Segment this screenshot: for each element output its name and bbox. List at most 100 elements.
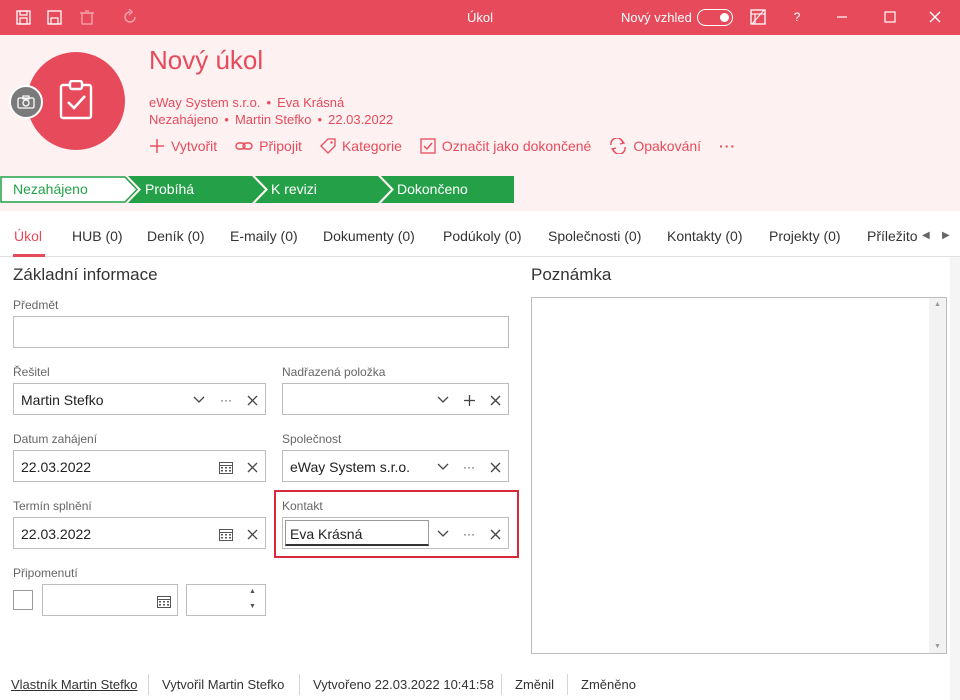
stage-label-probiha[interactable]: Probíhá <box>145 176 194 203</box>
tab-kontakty[interactable]: Kontakty (0) <box>667 228 742 244</box>
stage-label-dokonceno[interactable]: Dokončeno <box>397 176 468 203</box>
tab-denik[interactable]: Deník (0) <box>147 228 205 244</box>
clear-icon[interactable] <box>244 392 260 408</box>
solver-field[interactable]: Martin Stefko ··· <box>13 383 266 415</box>
due-date-field[interactable]: 22.03.2022 <box>13 517 266 549</box>
tab-ukol[interactable]: Úkol <box>14 228 42 244</box>
changed-date: Změněno <box>581 677 636 692</box>
parent-field[interactable] <box>282 383 509 415</box>
start-date-label: Datum zahájení <box>13 432 98 446</box>
category-button[interactable]: Kategorie <box>320 138 402 154</box>
spin-down-icon[interactable]: ▼ <box>249 603 256 610</box>
clear-icon[interactable] <box>487 526 503 542</box>
chevron-down-icon[interactable] <box>435 526 451 542</box>
chevron-down-icon[interactable] <box>191 392 207 408</box>
active-tab-indicator <box>13 254 45 257</box>
close-icon[interactable] <box>926 8 944 26</box>
layout-icon[interactable] <box>749 8 767 26</box>
created-by: Vytvořil Martin Stefko <box>162 677 285 692</box>
header-solver[interactable]: Martin Stefko <box>235 112 312 127</box>
header-line-1: eWay System s.r.o. • Eva Krásná <box>149 95 345 110</box>
plus-icon[interactable] <box>461 392 477 408</box>
tab-prilezitosti[interactable]: Příležito <box>867 228 917 244</box>
tab-projekty[interactable]: Projekty (0) <box>769 228 841 244</box>
tab-emaily[interactable]: E-maily (0) <box>230 228 298 244</box>
clear-icon[interactable] <box>487 459 503 475</box>
tab-scroll-right-icon[interactable]: ▶ <box>942 230 950 241</box>
maximize-icon[interactable] <box>881 8 899 26</box>
title-bar: Úkol Nový vzhled ? <box>0 0 960 35</box>
record-title: Nový úkol <box>149 45 264 75</box>
changed-by: Změnil <box>515 677 555 692</box>
clipboard-icon <box>59 80 93 120</box>
scroll-up-icon[interactable]: ▲ <box>934 301 941 308</box>
solver-label: Řešitel <box>13 365 50 379</box>
window-scrollbar[interactable] <box>950 257 960 700</box>
subject-label: Předmět <box>13 298 59 312</box>
minimize-icon[interactable] <box>833 8 851 26</box>
tab-podukoly[interactable]: Podúkoly (0) <box>443 228 522 244</box>
calendar-icon[interactable] <box>218 459 234 475</box>
new-look-label: Nový vzhled <box>621 10 692 25</box>
start-date-field[interactable]: 22.03.2022 <box>13 450 266 482</box>
checkbox-icon <box>420 138 436 154</box>
more-icon[interactable]: ··· <box>218 392 234 408</box>
more-actions-button[interactable]: ··· <box>719 138 736 154</box>
contact-field[interactable]: Eva Krásná ··· <box>282 517 509 549</box>
mark-complete-button[interactable]: Označit jako dokončené <box>420 138 591 154</box>
chevron-down-icon[interactable] <box>435 459 451 475</box>
header-line-2: Nezahájeno • Martin Stefko • 22.03.2022 <box>149 112 394 127</box>
note-title: Poznámka <box>531 265 612 284</box>
header-company[interactable]: eWay System s.r.o. <box>149 95 261 110</box>
repeat-button[interactable]: Opakování <box>609 138 701 154</box>
note-scrollbar[interactable]: ▲ ▼ <box>929 298 946 653</box>
stage-label-k-revizi[interactable]: K revizi <box>271 176 317 203</box>
clear-icon[interactable] <box>487 392 503 408</box>
reminder-date-field[interactable] <box>42 584 178 616</box>
scroll-down-icon[interactable]: ▼ <box>934 643 941 650</box>
reminder-time-field[interactable]: ▲ ▼ <box>186 584 266 616</box>
footer-divider <box>299 674 300 695</box>
owner-link[interactable]: Vlastník Martin Stefko <box>11 677 137 692</box>
tab-spolecnosti[interactable]: Společnosti (0) <box>548 228 641 244</box>
attach-button[interactable]: Připojit <box>235 138 302 154</box>
created-date: Vytvořeno 22.03.2022 10:41:58 <box>313 677 494 692</box>
reminder-checkbox[interactable] <box>13 590 33 610</box>
help-icon[interactable]: ? <box>788 8 806 26</box>
tab-dokumenty[interactable]: Dokumenty (0) <box>323 228 415 244</box>
header-contact[interactable]: Eva Krásná <box>277 95 344 110</box>
basic-info-title: Základní informace <box>13 265 158 284</box>
spin-up-icon[interactable]: ▲ <box>249 588 256 595</box>
tab-scroll-left-icon[interactable]: ◀ <box>922 230 930 241</box>
chevron-down-icon[interactable] <box>435 392 451 408</box>
clear-icon[interactable] <box>244 459 260 475</box>
company-label: Společnost <box>282 432 342 446</box>
reminder-label: Připomenutí <box>13 566 78 580</box>
change-photo-button[interactable] <box>9 85 43 119</box>
parent-label: Nadřazená položka <box>282 365 386 379</box>
footer-divider <box>567 674 568 695</box>
more-icon[interactable]: ··· <box>461 459 477 475</box>
camera-icon <box>17 95 35 109</box>
stage-label-nezahajeno[interactable]: Nezahájeno <box>13 176 88 203</box>
more-icon[interactable]: ··· <box>461 526 477 542</box>
repeat-icon <box>610 138 627 154</box>
link-icon <box>235 142 253 150</box>
clear-icon[interactable] <box>244 526 260 542</box>
calendar-icon[interactable] <box>156 593 172 609</box>
calendar-icon[interactable] <box>218 526 234 542</box>
plus-icon <box>150 139 164 153</box>
company-field[interactable]: eWay System s.r.o. ··· <box>282 450 509 482</box>
tab-hub[interactable]: HUB (0) <box>72 228 123 244</box>
note-textarea[interactable]: ▲ ▼ <box>531 297 947 654</box>
new-look-toggle[interactable] <box>697 9 733 26</box>
toggle-knob <box>720 12 729 22</box>
subject-input[interactable] <box>13 316 509 348</box>
window-title: Úkol <box>466 10 493 25</box>
footer-divider <box>148 674 149 695</box>
header-date: 22.03.2022 <box>328 112 394 127</box>
tab-bar: Úkol HUB (0) Deník (0) E-maily (0) Dokum… <box>0 211 960 257</box>
footer-divider <box>501 674 502 695</box>
tag-icon <box>320 138 336 154</box>
create-button[interactable]: Vytvořit <box>149 138 217 154</box>
